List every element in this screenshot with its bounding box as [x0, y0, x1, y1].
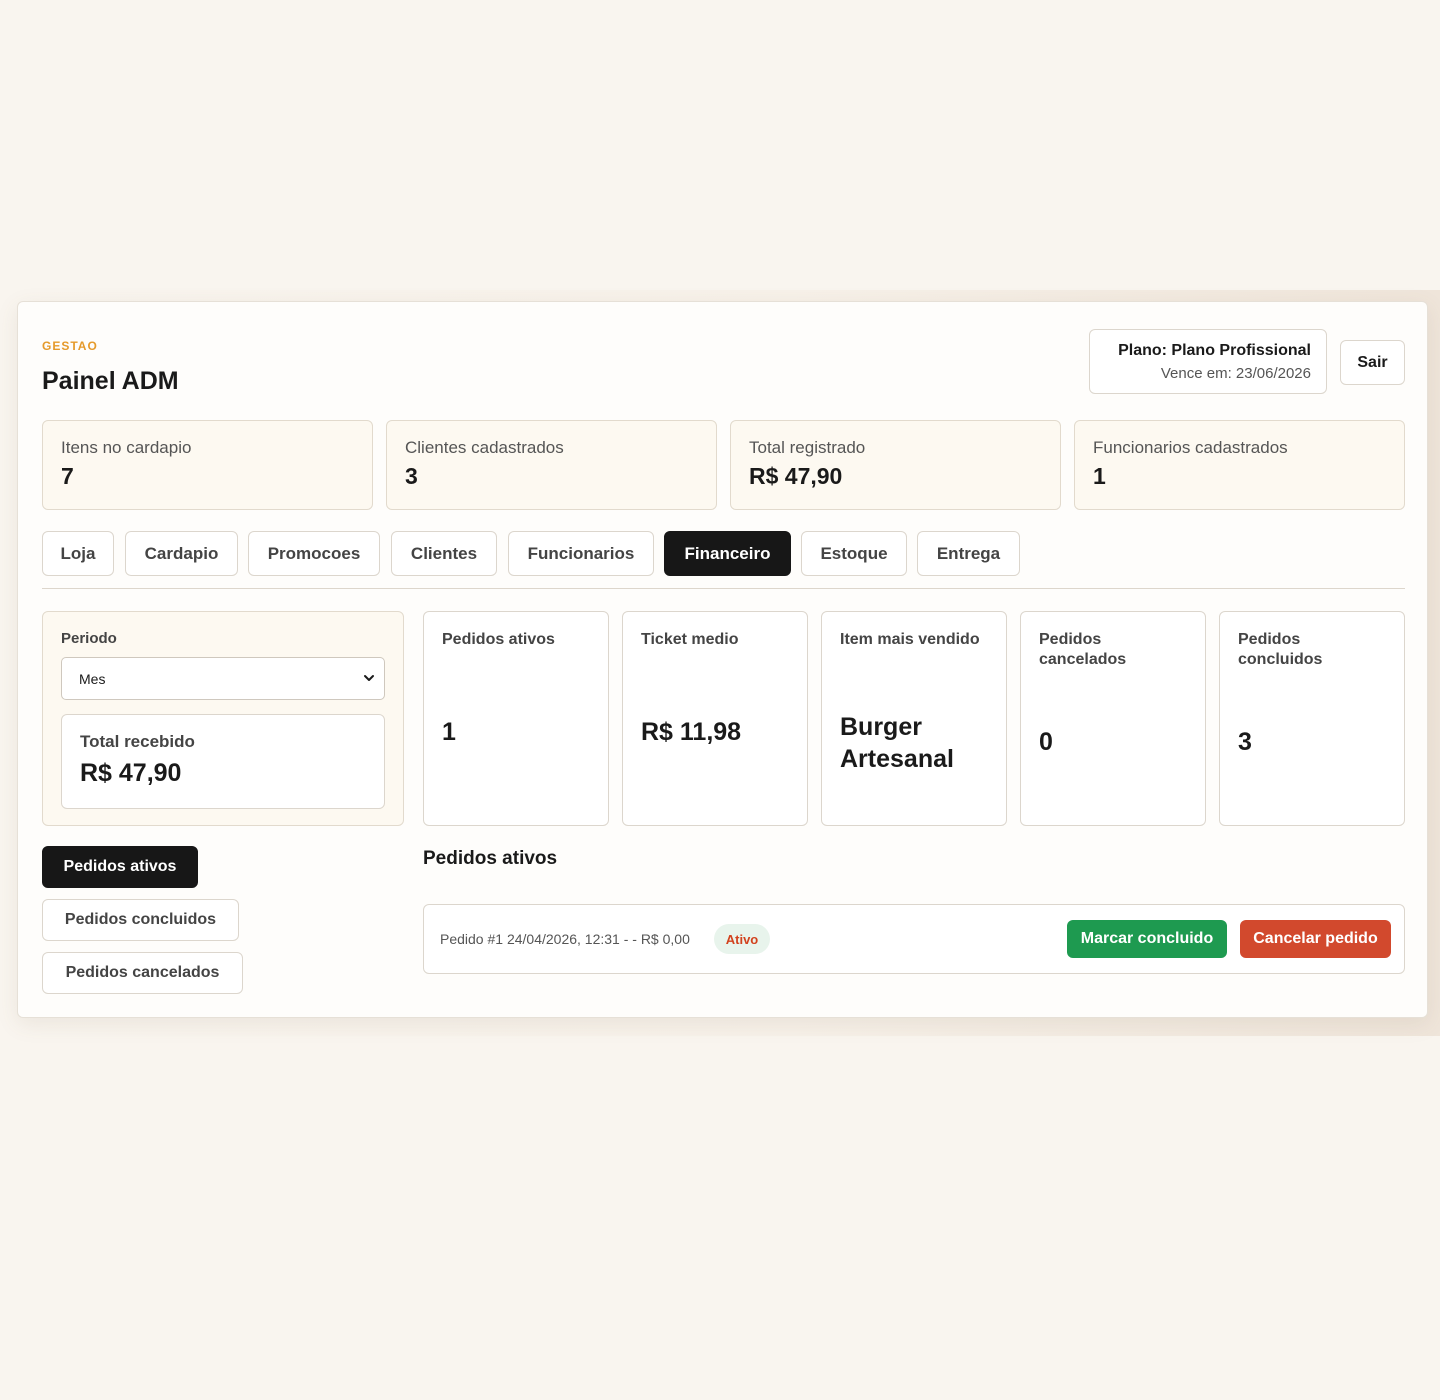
stat-label: Clientes cadastrados [405, 438, 564, 457]
total-received-value: R$ 47,90 [80, 759, 182, 787]
cancel-order-button[interactable]: Cancelar pedido [1240, 920, 1391, 958]
metric-value: 3 [1238, 728, 1252, 756]
tab-clientes[interactable]: Clientes [391, 531, 497, 576]
tab-cardapio[interactable]: Cardapio [125, 531, 238, 576]
filter-active-orders[interactable]: Pedidos ativos [42, 846, 198, 888]
metric-cancelled-orders: Pedidos cancelados 0 [1020, 611, 1206, 826]
stat-label: Itens no cardapio [61, 438, 192, 457]
logout-button[interactable]: Sair [1340, 340, 1405, 385]
total-received-card: Total recebido R$ 47,90 [61, 714, 385, 809]
period-card: Periodo Mes Total recebido R$ 47,90 [42, 611, 404, 826]
metric-completed-orders: Pedidos concluidos 3 [1219, 611, 1405, 826]
stat-value: 7 [61, 463, 74, 489]
tab-financeiro[interactable]: Financeiro [664, 531, 791, 576]
section-eyebrow: GESTAO [42, 339, 98, 353]
period-label: Periodo [61, 630, 117, 647]
stat-label: Funcionarios cadastrados [1093, 438, 1288, 457]
plan-name: Plano: Plano Profissional [1118, 342, 1311, 359]
stat-card-menu-items: Itens no cardapio 7 [42, 420, 373, 510]
stat-value: 3 [405, 463, 418, 489]
tab-funcionarios[interactable]: Funcionarios [508, 531, 654, 576]
chevron-down-icon [364, 675, 374, 681]
tab-estoque[interactable]: Estoque [801, 531, 907, 576]
metric-label: Item mais vendido [840, 631, 980, 648]
status-badge: Ativo [714, 924, 770, 954]
tab-loja[interactable]: Loja [42, 531, 114, 576]
stat-card-total: Total registrado R$ 47,90 [730, 420, 1061, 510]
metric-value: Burger Artesanal [840, 713, 954, 773]
metric-best-seller: Item mais vendido Burger Artesanal [821, 611, 1007, 826]
tabs-divider [42, 588, 1405, 589]
metric-value: 1 [442, 718, 456, 746]
period-select[interactable]: Mes [61, 657, 385, 700]
order-summary: Pedido #1 24/04/2026, 12:31 - - R$ 0,00 [440, 931, 690, 947]
mark-complete-button[interactable]: Marcar concluido [1067, 920, 1227, 958]
metric-label: Pedidos cancelados [1039, 631, 1127, 668]
tab-entrega[interactable]: Entrega [917, 531, 1020, 576]
plan-expiry: Vence em: 23/06/2026 [1160, 365, 1311, 382]
metric-label: Pedidos concluidos [1238, 631, 1323, 668]
stat-value: 1 [1093, 463, 1106, 489]
metric-active-orders: Pedidos ativos 1 [423, 611, 609, 826]
metric-average-ticket: Ticket medio R$ 11,98 [622, 611, 808, 826]
metric-label: Pedidos ativos [442, 631, 555, 648]
filter-completed-orders[interactable]: Pedidos concluidos [42, 899, 239, 941]
metric-value: 0 [1039, 728, 1053, 756]
filter-cancelled-orders[interactable]: Pedidos cancelados [42, 952, 243, 994]
metric-label: Ticket medio [641, 631, 739, 648]
plan-info: Plano: Plano Profissional Vence em: 23/0… [1089, 329, 1327, 394]
stat-card-employees: Funcionarios cadastrados 1 [1074, 420, 1405, 510]
admin-panel: GESTAO Painel ADM Plano: Plano Profissio… [17, 301, 1428, 1018]
period-selected-value: Mes [79, 670, 106, 687]
total-received-label: Total recebido [80, 732, 195, 751]
stat-label: Total registrado [749, 438, 866, 457]
metric-value: R$ 11,98 [641, 718, 742, 746]
order-row: Pedido #1 24/04/2026, 12:31 - - R$ 0,00 … [423, 904, 1405, 974]
page-title: Painel ADM [42, 367, 179, 395]
stat-card-clients: Clientes cadastrados 3 [386, 420, 717, 510]
stat-value: R$ 47,90 [749, 463, 843, 489]
tab-promocoes[interactable]: Promocoes [248, 531, 380, 576]
orders-section-title: Pedidos ativos [423, 848, 558, 869]
